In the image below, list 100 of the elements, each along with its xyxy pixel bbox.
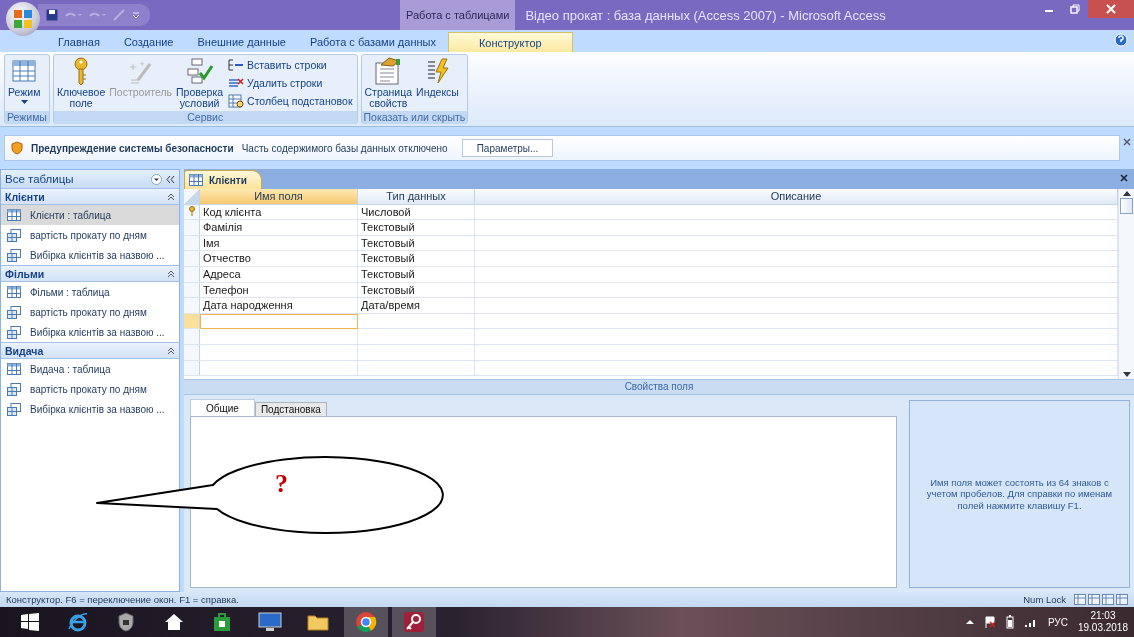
input-field[interactable] — [200, 313, 358, 330]
collapse-pane-icon[interactable] — [166, 174, 175, 184]
row-selector[interactable] — [184, 220, 200, 236]
table-cell[interactable]: Текстовый — [358, 282, 475, 299]
navigation-item[interactable]: вартість прокату по дням — [1, 379, 179, 399]
table-cell[interactable] — [475, 329, 1118, 345]
column-header[interactable]: Тип данных — [358, 189, 475, 205]
table-cell[interactable]: Імя — [200, 235, 358, 252]
scroll-down-icon[interactable] — [1122, 372, 1131, 377]
view-switch-icon[interactable] — [1102, 594, 1114, 605]
properties-tab[interactable]: Подстановка — [254, 402, 327, 416]
language-indicator[interactable]: РУС — [1047, 616, 1068, 628]
table-cell[interactable]: Текстовый — [358, 235, 475, 252]
chrome-icon[interactable] — [344, 607, 388, 637]
row-selector[interactable] — [184, 251, 200, 267]
table-cell[interactable] — [475, 266, 1118, 283]
table-cell[interactable]: Дата народження — [200, 298, 358, 314]
table-cell[interactable] — [200, 344, 358, 361]
ribbon-tab[interactable]: Создание — [111, 32, 186, 52]
table-cell[interactable]: Текстовый — [358, 266, 475, 283]
row-selector[interactable] — [184, 329, 200, 345]
table-icon — [7, 363, 21, 375]
navigation-group-header[interactable]: Клієнти — [1, 188, 179, 205]
table-cell[interactable] — [358, 360, 475, 377]
ribbon-button[interactable]: Ключевое поле — [55, 57, 107, 109]
close-button[interactable] — [1088, 0, 1134, 18]
select-all-corner[interactable] — [184, 189, 200, 205]
ribbon-tab[interactable]: Внешние данные — [185, 32, 298, 52]
row-selector[interactable] — [184, 298, 200, 314]
table-cell[interactable] — [475, 360, 1118, 377]
ribbon-button[interactable]: Страница свойств — [363, 57, 414, 109]
table-cell[interactable] — [358, 344, 475, 361]
view-switch-icon[interactable] — [1116, 594, 1128, 605]
key-app-icon[interactable] — [392, 607, 436, 637]
flag-icon[interactable] — [983, 616, 996, 628]
lookup-column-icon — [228, 94, 245, 108]
navigation-group-header[interactable]: Фільми — [1, 265, 179, 282]
insert-rows-icon — [228, 59, 245, 71]
help-icon[interactable] — [1114, 33, 1128, 47]
view-switch-icon[interactable] — [1088, 594, 1100, 605]
ribbon-tab[interactable]: Главная — [46, 32, 112, 52]
table-cell[interactable] — [475, 344, 1118, 361]
customize-dropdown-icon[interactable] — [132, 11, 140, 19]
table-cell[interactable] — [475, 313, 1118, 330]
ribbon-button[interactable]: Вставить строки — [226, 57, 355, 73]
table-cell[interactable]: Фамілія — [200, 220, 358, 236]
collapse-chevron-icon[interactable] — [167, 269, 175, 278]
table-cell[interactable] — [358, 313, 475, 330]
column-header[interactable]: Имя поля — [200, 189, 358, 205]
table-cell[interactable]: Текстовый — [358, 251, 475, 267]
dropdown-icon[interactable] — [151, 173, 162, 185]
navigation-group-header[interactable]: Видача — [1, 342, 179, 359]
table-cell[interactable]: Текстовый — [358, 220, 475, 236]
table-cell[interactable] — [475, 220, 1118, 236]
battery-icon[interactable] — [1005, 615, 1014, 629]
table-cell[interactable] — [358, 329, 475, 345]
table-cell[interactable] — [475, 298, 1118, 314]
navigation-item[interactable]: вартість прокату по дням — [1, 302, 179, 322]
ribbon-button[interactable]: Столбец подстановок — [226, 93, 355, 109]
ribbon-button[interactable]: Индексы — [415, 57, 460, 109]
magic-wand-icon[interactable] — [112, 9, 126, 21]
ribbon-tab[interactable]: Конструктор — [447, 32, 573, 52]
table-cell[interactable]: Код клієнта — [200, 204, 358, 221]
table-cell[interactable]: Дата/время — [358, 298, 475, 314]
navigation-item[interactable]: вартість прокату по дням — [1, 225, 179, 245]
table-cell[interactable] — [475, 235, 1118, 252]
table-cell[interactable]: Адреса — [200, 266, 358, 283]
properties-tab[interactable]: Общие — [190, 399, 255, 416]
document-tab[interactable]: Клієнти — [184, 170, 262, 189]
table-cell[interactable] — [475, 251, 1118, 267]
office-button[interactable] — [6, 2, 40, 36]
navigation-item[interactable]: Фільми : таблица — [1, 282, 179, 302]
ribbon-button[interactable]: Проверка условий — [175, 57, 225, 109]
table-cell[interactable]: Отчество — [200, 251, 358, 267]
vertical-scrollbar[interactable] — [1118, 189, 1134, 379]
scroll-up-icon[interactable] — [1122, 191, 1131, 196]
collapse-chevron-icon[interactable] — [167, 346, 175, 355]
ribbon-button[interactable]: Режим — [7, 57, 42, 109]
view-switch-icon[interactable] — [1074, 594, 1086, 605]
options-button[interactable]: Параметры... — [461, 139, 554, 157]
ribbon-tab[interactable]: Работа с базами данных — [297, 32, 448, 52]
collapse-chevron-icon[interactable] — [167, 192, 175, 201]
table-cell[interactable] — [200, 360, 358, 377]
table-cell[interactable]: Телефон — [200, 282, 358, 299]
navigation-item[interactable]: Вибірка клієнтів за назвою ... — [1, 322, 179, 342]
show-hidden-icons-icon[interactable] — [965, 619, 974, 625]
scrollbar-thumb[interactable] — [1120, 198, 1133, 214]
navigation-item[interactable]: Видача : таблица — [1, 359, 179, 379]
column-header[interactable]: Описание — [475, 189, 1118, 205]
save-icon[interactable] — [46, 9, 58, 21]
navigation-item[interactable]: Вибірка клієнтів за назвою ... — [1, 399, 179, 419]
table-cell[interactable] — [475, 282, 1118, 299]
table-cell[interactable] — [475, 204, 1118, 221]
navigation-item[interactable]: Вибірка клієнтів за назвою ... — [1, 245, 179, 265]
ribbon-button[interactable]: Удалить строки — [226, 75, 355, 91]
table-cell[interactable]: Числовой — [358, 204, 475, 221]
navigation-item[interactable]: Клієнти : таблица — [1, 205, 179, 225]
clock[interactable]: 21:03 19.03.2018 — [1077, 610, 1128, 634]
caret-icon[interactable] — [20, 100, 28, 104]
table-cell[interactable] — [200, 329, 358, 345]
